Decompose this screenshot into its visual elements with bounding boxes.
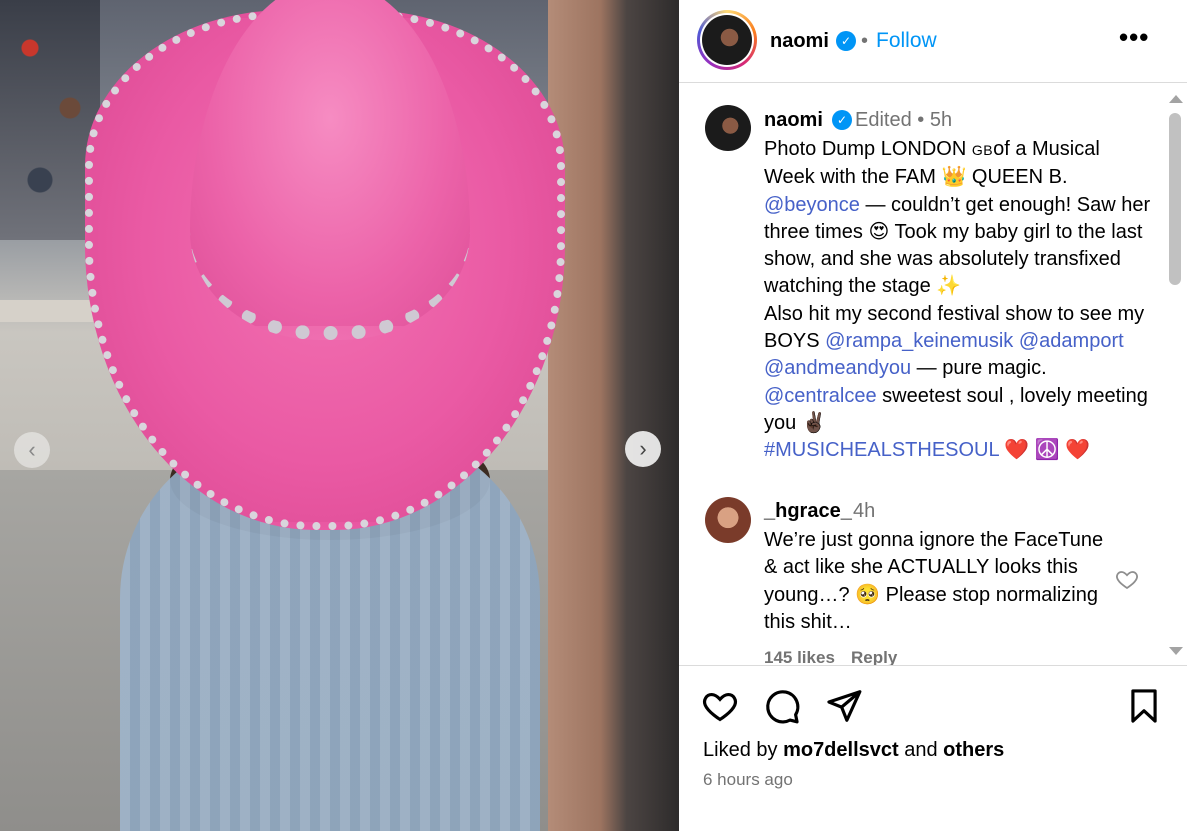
liked-by-others-link[interactable]: others [943, 739, 1004, 761]
verified-badge-icon: ✓ [832, 110, 852, 130]
mention-beyonce[interactable]: @beyonce [764, 194, 860, 216]
post-actions-bar: Liked by mo7dellsvct and others 6 hours … [679, 665, 1187, 831]
caption-author-avatar[interactable] [705, 105, 751, 151]
mention-centralcee[interactable]: @centralcee [764, 385, 877, 407]
hashtag-link[interactable]: #MUSICHEALSTHESOUL [764, 439, 999, 461]
photo-railing [0, 300, 100, 322]
comment-username[interactable]: _hgrace_ [764, 500, 852, 523]
scroll-up-arrow-icon[interactable] [1169, 95, 1183, 103]
chevron-right-icon: › [639, 436, 647, 461]
chevron-left-icon: ‹ [28, 437, 36, 462]
comment-reply-button[interactable]: Reply [851, 648, 897, 665]
like-heart-icon[interactable] [701, 687, 739, 725]
mention-rampa[interactable]: @rampa_keinemusik [825, 330, 1013, 352]
post-photo: ‹ › [0, 0, 679, 831]
comment-text: We’re just gonna ignore the FaceTune & a… [764, 529, 1104, 633]
comment-like-count[interactable]: 145 likes [764, 648, 835, 665]
mention-andmeandyou[interactable]: @andmeandyou [764, 357, 911, 379]
liked-by-user-link[interactable]: mo7dellsvct [783, 739, 899, 761]
caption-text: Photo Dump LONDON GBof a Musical Week wi… [764, 138, 1151, 462]
carousel-prev-button[interactable]: ‹ [14, 432, 50, 468]
comment-like-heart-icon[interactable] [1115, 567, 1139, 591]
comment-avatar[interactable] [705, 497, 751, 543]
caption-meta: Edited • 5h [855, 109, 953, 131]
mention-adamport[interactable]: @adamport [1019, 330, 1124, 352]
liked-by-text: Liked by mo7dellsvct and others [703, 739, 1005, 761]
carousel-next-button[interactable]: › [625, 431, 661, 467]
comment-time: 4h [853, 500, 876, 522]
save-bookmark-icon[interactable] [1125, 687, 1163, 725]
photo-adult-arm [548, 0, 679, 831]
scroll-down-arrow-icon[interactable] [1169, 647, 1183, 655]
caption-username[interactable]: naomi [764, 109, 823, 132]
comment-bubble-icon[interactable] [763, 687, 801, 725]
post-timestamp[interactable]: 6 hours ago [703, 770, 793, 790]
share-send-icon[interactable] [825, 687, 863, 725]
comments-section[interactable]: naomi ✓ Edited • 5h Photo Dump LONDON GB… [679, 0, 1187, 665]
post-side-panel: naomi ✓ • Follow ••• naomi ✓ Edited • 5h… [679, 0, 1187, 831]
comments-scrollbar-thumb[interactable] [1169, 113, 1181, 285]
